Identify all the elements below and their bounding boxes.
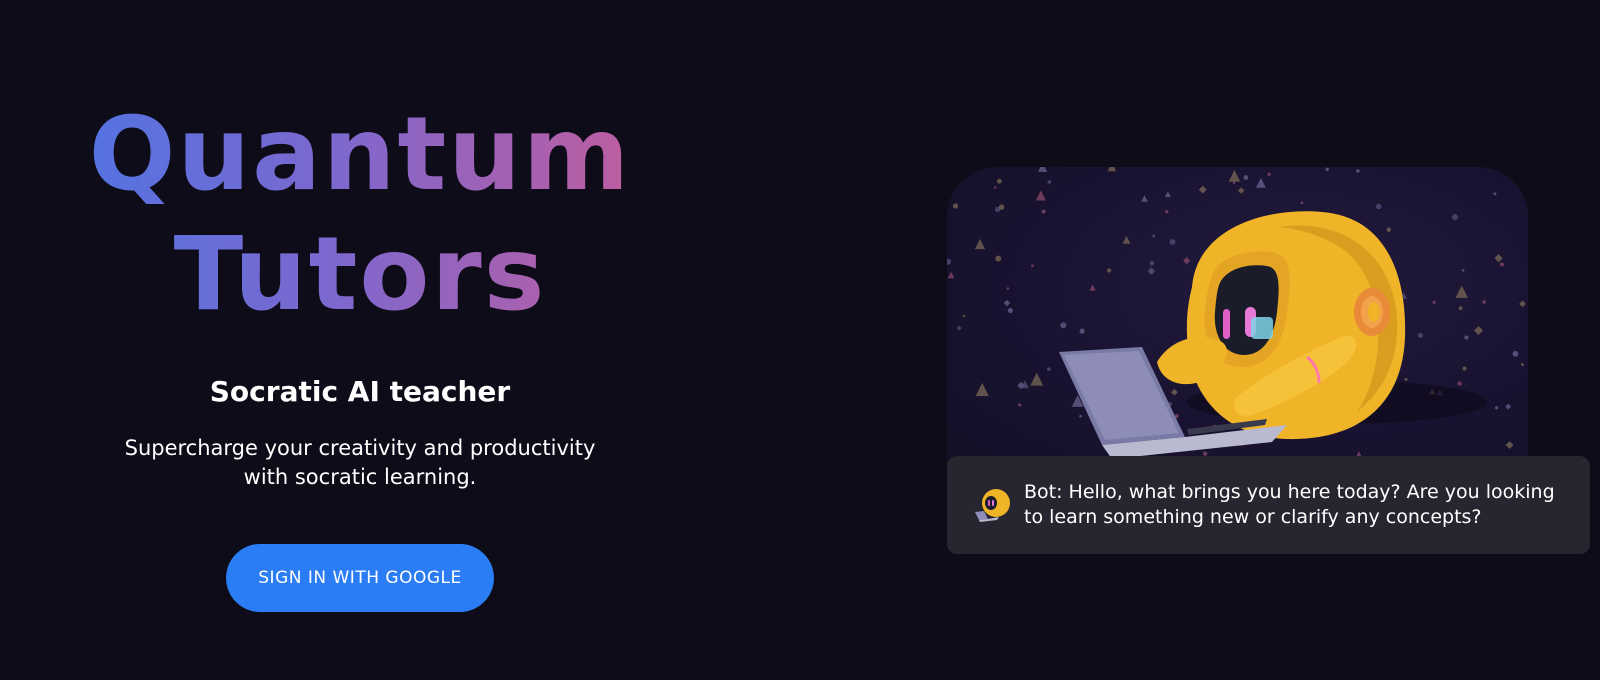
star-shape (1047, 179, 1052, 185)
star-shape (947, 258, 952, 265)
star-shape (1451, 214, 1458, 221)
star-shape (1107, 268, 1112, 273)
star-shape (1152, 234, 1156, 238)
star-shape (1499, 262, 1504, 267)
star-shape (1007, 307, 1013, 313)
robot-illustration (947, 167, 1528, 467)
brand-title-line-2: Tutors (173, 215, 547, 334)
star-shape (1512, 350, 1519, 357)
subtitle: Socratic AI teacher (209, 375, 511, 408)
star-shape (1461, 269, 1465, 272)
robot-figure (1157, 211, 1487, 440)
star-shape (1267, 172, 1271, 176)
star-shape (1165, 209, 1169, 214)
star-shape (962, 314, 966, 318)
star-shape (1147, 267, 1156, 275)
star-shape (1228, 170, 1241, 182)
star-shape (1089, 284, 1096, 291)
star-shape (1198, 185, 1207, 194)
star-shape (1356, 169, 1360, 173)
tagline: Supercharge your creativity and producti… (124, 436, 596, 489)
star-shape (974, 238, 986, 250)
star-shape (1017, 402, 1022, 408)
star-shape (1493, 192, 1497, 196)
star-shape (1183, 257, 1191, 265)
star-shape (1519, 300, 1526, 308)
star-shape (1003, 299, 1011, 307)
star-shape (1006, 287, 1010, 290)
star-shape (1495, 406, 1499, 410)
bot-message-text: Bot: Hello, what brings you here today? … (1024, 481, 1555, 528)
star-shape (1237, 187, 1245, 194)
star-shape (1481, 299, 1487, 305)
star-shape (998, 204, 1005, 210)
robot-avatar-icon (975, 489, 1010, 522)
star-shape (1079, 414, 1082, 418)
star-shape (1035, 190, 1046, 201)
star-shape (1243, 175, 1249, 180)
star-shape (1464, 335, 1469, 340)
star-shape (1300, 201, 1304, 205)
star-shape (1171, 388, 1178, 396)
star-shape (952, 203, 959, 209)
star-shape (1494, 253, 1503, 263)
star-shape (1473, 326, 1483, 336)
star-shape (1524, 169, 1528, 174)
star-shape (1455, 285, 1468, 298)
star-shape (975, 382, 989, 397)
landing-page: Quantum Tutors Socratic AI teacher Super… (0, 0, 1600, 680)
star-shape (1505, 403, 1512, 410)
sign-in-with-google-button[interactable]: SIGN IN WITH GOOGLE (226, 544, 494, 612)
brand-title: Quantum Tutors (60, 95, 660, 335)
star-shape (995, 255, 1002, 262)
star-shape (1031, 264, 1034, 268)
star-shape (1462, 366, 1467, 371)
star-shape (1417, 332, 1424, 338)
star-shape (1149, 260, 1155, 266)
hero-section: Quantum Tutors Socratic AI teacher Super… (60, 95, 660, 612)
star-shape (1169, 238, 1176, 245)
star-shape (1457, 381, 1462, 386)
star-shape (1375, 203, 1382, 210)
brand-title-line-1: Quantum (88, 95, 632, 214)
star-shape (997, 178, 1002, 184)
star-shape (956, 325, 962, 331)
star-shape (1038, 167, 1048, 172)
star-shape (1047, 367, 1051, 372)
star-shape (1141, 195, 1148, 202)
robot-with-laptop-illustration (947, 167, 1528, 467)
star-shape (1041, 209, 1046, 214)
star-shape (1256, 177, 1266, 188)
star-shape (1458, 306, 1463, 311)
star-shape (993, 186, 997, 189)
star-shape (1386, 227, 1391, 232)
star-shape (1432, 300, 1436, 304)
star-shape (1164, 191, 1171, 198)
star-shape (1325, 167, 1329, 172)
star-shape (1122, 235, 1131, 244)
star-shape (947, 271, 955, 279)
star-shape (1030, 372, 1044, 386)
star-shape (1060, 322, 1067, 329)
star-shape (1505, 441, 1514, 449)
star-shape (1232, 181, 1236, 184)
star-shape (1107, 167, 1117, 172)
star-shape (1079, 328, 1085, 334)
chat-message-bubble: Bot: Hello, what brings you here today? … (947, 456, 1590, 554)
star-shape (1520, 363, 1524, 367)
star-shape (1404, 377, 1408, 381)
